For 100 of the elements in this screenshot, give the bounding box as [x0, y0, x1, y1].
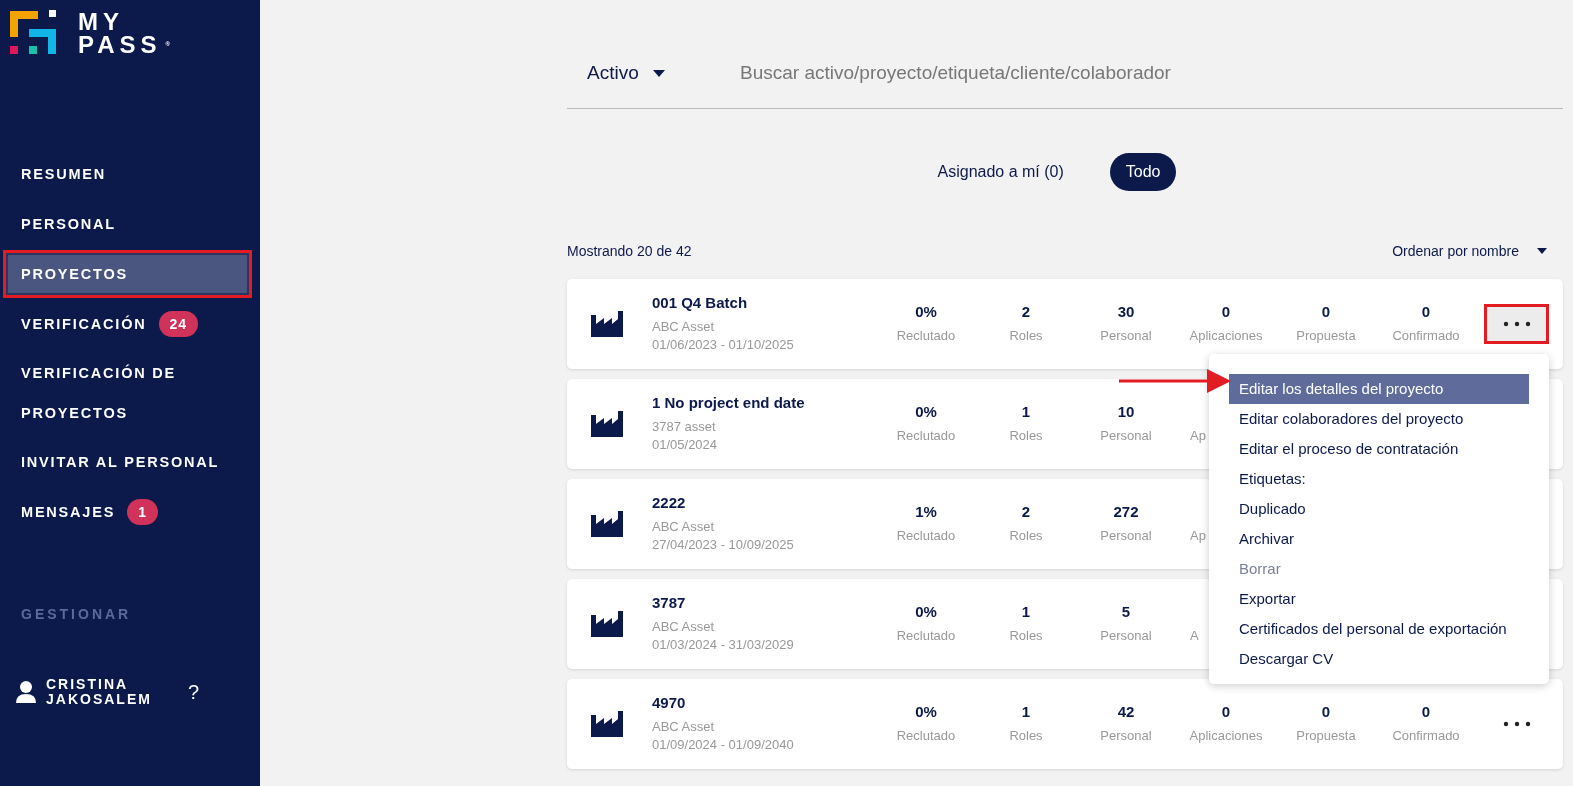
stat-label: Aplicaciones: [1189, 328, 1263, 344]
user-icon: [16, 681, 36, 703]
filter-tab[interactable]: Todo: [1109, 153, 1177, 191]
stat-label: Personal: [1100, 328, 1152, 344]
nav-item[interactable]: VERIFICACIÓN DE PROYECTOS: [3, 350, 252, 436]
stat-label: Personal: [1100, 428, 1152, 444]
stat-value: 1: [1021, 604, 1031, 620]
caret-icon: [652, 69, 665, 77]
stat-label: Reclutado: [896, 328, 956, 344]
stat-label: Roles: [1009, 528, 1043, 544]
menu-item[interactable]: Certificados del personal de exportación: [1229, 614, 1529, 644]
stat-value: 2: [1021, 304, 1031, 320]
date-range: 01/06/2023 - 01/10/2025: [652, 336, 795, 354]
stat-value: 0: [1421, 304, 1431, 320]
date-range: 01/03/2024 - 31/03/2029: [652, 636, 795, 654]
stat-label: Reclutado: [896, 628, 956, 644]
stat-value: 0: [1321, 704, 1331, 720]
stat-label: Confirmado: [1392, 328, 1460, 344]
nav-item[interactable]: INVITAR AL PERSONAL: [3, 438, 252, 486]
nav-item[interactable]: PROYECTOS: [3, 250, 252, 298]
dots-icon: [1502, 721, 1531, 727]
stat-value: 0%: [915, 404, 937, 420]
date-range: 01/09/2024 - 01/09/2040: [652, 736, 795, 754]
stat-value: 42: [1117, 704, 1135, 720]
stat-value: 30: [1117, 304, 1135, 320]
user-name[interactable]: CRISTINA JAKOSALEM: [46, 677, 166, 707]
asset-name: ABC Asset: [652, 318, 716, 336]
date-range: 01/05/2024: [652, 436, 719, 454]
asset-name: 3787 asset: [652, 418, 717, 436]
menu-item[interactable]: Editar el proceso de contratación: [1229, 434, 1529, 464]
stat-label: Propuesta: [1296, 328, 1356, 344]
status-dropdown[interactable]: Activo: [587, 62, 738, 84]
nav-item[interactable]: MENSAJES 1: [3, 488, 252, 536]
stat-value: 0: [1221, 304, 1231, 320]
project-card[interactable]: 4970 ABC Asset 01/09/2024 - 01/09/2040 0% Reclutado 1 Roles 42 Personal 0 Aplicaciones 0 Propuesta 0 Confirmado: [567, 679, 1563, 769]
stat-label: Reclutado: [896, 728, 956, 744]
stat-value: 0: [1321, 304, 1331, 320]
project-name: 1 No project end date: [652, 394, 806, 412]
stat-label: Roles: [1009, 728, 1043, 744]
asset-name: ABC Asset: [652, 718, 716, 736]
count-badge: 1: [127, 499, 158, 525]
more-button[interactable]: [1484, 304, 1549, 344]
stat-value: 1: [1021, 704, 1031, 720]
stat-label: Ap: [1190, 428, 1206, 444]
stat-label: Reclutado: [896, 428, 956, 444]
stat-value: 10: [1117, 404, 1135, 420]
stat-label: Personal: [1100, 628, 1152, 644]
project-name: 001 Q4 Batch: [652, 294, 749, 312]
menu-item[interactable]: Editar colaboradores del proyecto: [1229, 404, 1529, 434]
stat-value: 2: [1021, 504, 1031, 520]
brand-name: PASS: [78, 33, 162, 56]
project-card[interactable]: 001 Q4 Batch ABC Asset 01/06/2023 - 01/10/2025 0% Reclutado 2 Roles 30 Personal 0 Aplicaciones 0 Propuesta 0 Confirmado: [567, 279, 1563, 369]
asset-name: ABC Asset: [652, 518, 716, 536]
stat-label: Roles: [1009, 428, 1043, 444]
stat-label: Confirmado: [1392, 728, 1460, 744]
stat-label: Reclutado: [896, 528, 956, 544]
stat-value: 0: [1221, 704, 1231, 720]
stat-label: Personal: [1100, 728, 1152, 744]
project-name: 3787: [652, 594, 687, 612]
sort-dropdown[interactable]: Ordenar por nombre: [1392, 243, 1547, 259]
factory-icon: [591, 711, 623, 737]
stat-label: Personal: [1100, 528, 1152, 544]
factory-icon: [591, 611, 623, 637]
dots-icon: [1502, 321, 1531, 327]
stat-value: 0%: [915, 604, 937, 620]
filter-tab[interactable]: Asignado a mí (0): [921, 153, 1080, 191]
stat-value: 0%: [915, 704, 937, 720]
stat-label: A: [1190, 628, 1199, 644]
menu-item[interactable]: Archivar: [1229, 524, 1529, 554]
stat-label: Roles: [1009, 328, 1043, 344]
menu-item[interactable]: Exportar: [1229, 584, 1529, 614]
nav-item[interactable]: VERIFICACIÓN 24: [3, 300, 252, 348]
menu-item[interactable]: Duplicado: [1229, 494, 1529, 524]
menu-item[interactable]: Editar los detalles del proyecto: [1229, 374, 1529, 404]
stat-value: 0: [1421, 704, 1431, 720]
logo-icon: [10, 10, 56, 56]
project-name: 4970: [652, 694, 687, 712]
result-count: Mostrando 20 de 42: [567, 243, 692, 259]
asset-name: ABC Asset: [652, 618, 716, 636]
stat-value: 1%: [915, 504, 937, 520]
nav-item[interactable]: RESUMEN: [3, 150, 252, 198]
project-name: 2222: [652, 494, 687, 512]
stat-value: 1: [1021, 404, 1031, 420]
stat-label: Roles: [1009, 628, 1043, 644]
help-button[interactable]: ?: [188, 680, 200, 704]
factory-icon: [591, 511, 623, 537]
nav-item[interactable]: PERSONAL: [3, 200, 252, 248]
date-range: 27/04/2023 - 10/09/2025: [652, 536, 795, 554]
stat-value: 0%: [915, 304, 937, 320]
brand-name: MY: [78, 10, 125, 33]
stat-label: Propuesta: [1296, 728, 1356, 744]
stat-label: Aplicaciones: [1189, 728, 1263, 744]
count-badge: 24: [158, 311, 199, 337]
section-heading: GESTIONAR: [20, 606, 133, 622]
caret-icon: [1537, 248, 1547, 254]
search-field[interactable]: Buscar activo/proyecto/etiqueta/cliente/colaborador: [738, 61, 1563, 85]
factory-icon: [591, 411, 623, 437]
factory-icon: [591, 311, 623, 337]
stat-value: 272: [1113, 504, 1139, 520]
stat-label: Ap: [1190, 528, 1206, 544]
